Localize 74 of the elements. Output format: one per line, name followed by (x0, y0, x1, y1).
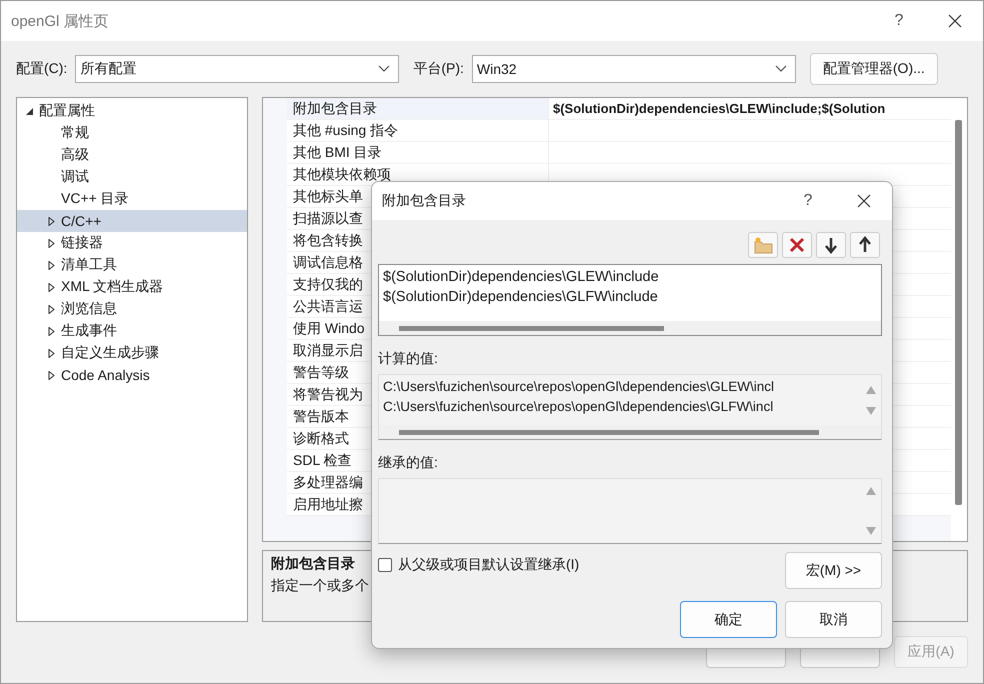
collapsed-triangle-icon[interactable] (47, 260, 56, 270)
close-icon (857, 194, 871, 208)
dialog-button[interactable]: 取消 (785, 601, 882, 638)
property-row[interactable]: 其他 BMI 目录 (287, 142, 951, 164)
tree-item[interactable]: Code Analysis (17, 364, 247, 386)
dialog-title: 附加包含目录 (382, 192, 466, 210)
expanded-triangle-icon[interactable] (25, 106, 34, 116)
cross-icon (788, 236, 806, 254)
tree-item-label: 配置属性 (39, 102, 95, 120)
folder-icon (753, 236, 773, 254)
chevron-down-icon (378, 65, 390, 73)
platform-label: 平台(P): (413, 60, 464, 78)
property-name: 附加包含目录 (287, 98, 549, 119)
macros-button[interactable]: 宏(M) >> (785, 552, 882, 589)
tree-item[interactable]: 配置属性 (17, 100, 247, 122)
dialog-button[interactable]: 确定 (680, 601, 777, 638)
scrollbar[interactable] (399, 326, 664, 330)
tree-item-label: 高级 (61, 146, 89, 164)
tree-item[interactable]: 调试 (17, 166, 247, 188)
directory-list[interactable]: $(SolutionDir)dependencies\GLEW\include $(SolutionDir)dependencies\GLFW\include (378, 264, 882, 336)
description-text: 指定一个或多个 (271, 577, 369, 595)
property-name: 其他 #using 指令 (287, 120, 549, 141)
tree-item[interactable]: 自定义生成步骤 (17, 342, 247, 364)
arrow-up-icon (858, 236, 872, 254)
move-up-button[interactable] (850, 232, 880, 258)
help-button[interactable]: ? (780, 183, 836, 219)
tree-item[interactable]: 浏览信息 (17, 298, 247, 320)
tree-item-label: 调试 (61, 168, 89, 186)
scrollbar[interactable] (399, 430, 819, 434)
tree-item[interactable]: VC++ 目录 (17, 188, 247, 210)
tree-item[interactable]: XML 文档生成器 (17, 276, 247, 298)
tree-item[interactable]: 清单工具 (17, 254, 247, 276)
window-title: openGl 属性页 (11, 12, 109, 30)
config-manager-button[interactable]: 配置管理器(O)... (810, 53, 938, 85)
tree-item-label: 自定义生成步骤 (61, 344, 159, 362)
config-label: 配置(C): (16, 60, 68, 78)
tree-item-label: 生成事件 (61, 322, 117, 340)
inherit-checkbox[interactable] (378, 558, 392, 572)
property-row[interactable]: 附加包含目录 $(SolutionDir)dependencies\GLEW\include;$(Solution (287, 98, 951, 120)
property-value: $(SolutionDir)dependencies\GLEW\include;$(Solution (552, 101, 886, 116)
chevron-down-icon (774, 65, 787, 73)
inherit-checkbox-label: 从父级或项目默认设置继承(I) (398, 556, 580, 574)
tree-item-label: VC++ 目录 (61, 190, 129, 208)
tree-item-label: 常规 (61, 124, 89, 142)
tree-item[interactable]: 链接器 (17, 232, 247, 254)
close-icon (948, 14, 962, 28)
tree-item-label: C/C++ (61, 213, 102, 229)
tree-item-label: 链接器 (61, 234, 103, 252)
tree-item[interactable]: C/C++ (17, 210, 247, 232)
description-title: 附加包含目录 (271, 555, 355, 573)
property-name: 其他 BMI 目录 (287, 142, 549, 163)
help-button[interactable]: ? (871, 3, 927, 39)
scrollbar[interactable] (955, 120, 962, 505)
delete-button[interactable] (782, 232, 812, 258)
collapsed-triangle-icon[interactable] (47, 238, 56, 248)
tree-item-label: XML 文档生成器 (61, 278, 164, 296)
tree-item-label: 浏览信息 (61, 300, 117, 318)
move-down-button[interactable] (816, 232, 846, 258)
inherited-values-label: 继承的值: (378, 454, 438, 472)
config-dropdown[interactable]: 所有配置 (75, 55, 400, 83)
collapsed-triangle-icon[interactable] (47, 370, 56, 380)
tree-item[interactable]: 生成事件 (17, 320, 247, 342)
collapsed-triangle-icon[interactable] (47, 326, 56, 336)
tree-item[interactable]: 常规 (17, 122, 247, 144)
platform-dropdown[interactable]: Win32 (472, 55, 796, 83)
collapsed-triangle-icon[interactable] (47, 282, 56, 292)
collapsed-triangle-icon[interactable] (47, 216, 56, 226)
tree-item-label: Code Analysis (61, 367, 150, 383)
arrow-down-icon (824, 236, 838, 254)
property-row[interactable]: 其他 #using 指令 (287, 120, 951, 142)
tree-item[interactable]: 高级 (17, 144, 247, 166)
collapsed-triangle-icon[interactable] (47, 348, 56, 358)
collapsed-triangle-icon[interactable] (47, 304, 56, 314)
tree-item-label: 清单工具 (61, 256, 117, 274)
